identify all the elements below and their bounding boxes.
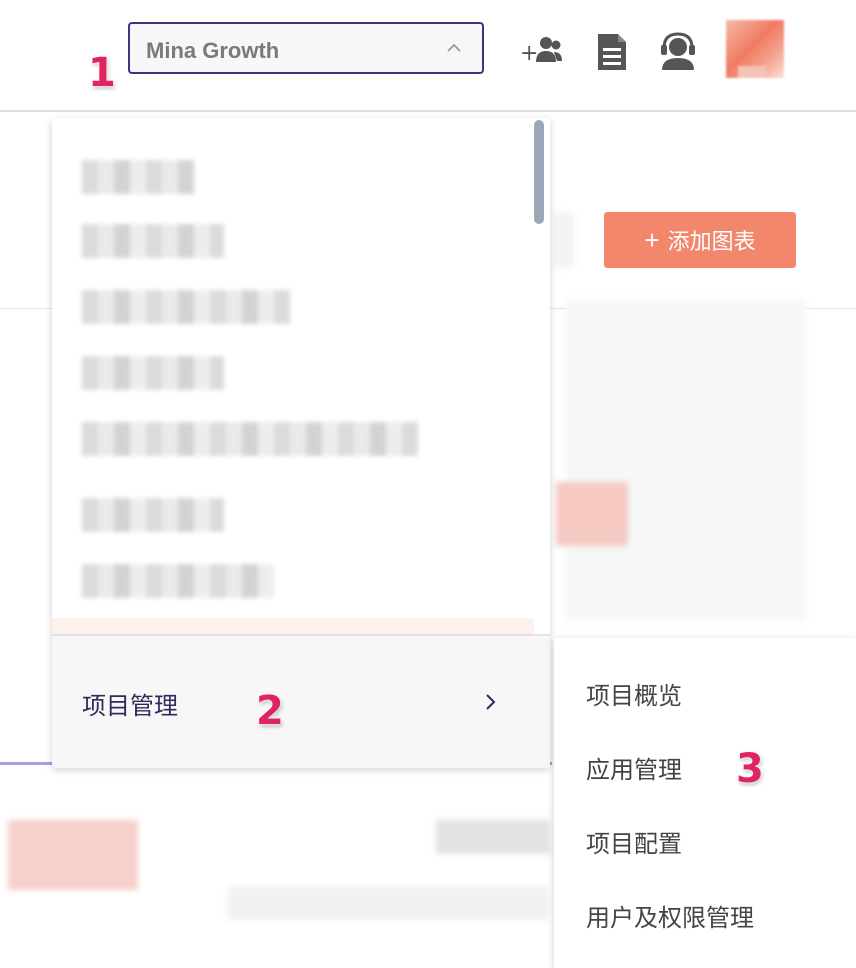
top-bar: Mina Growth + xyxy=(0,0,856,112)
submenu-item-user-permissions[interactable]: 用户及权限管理 xyxy=(586,898,754,933)
list-item[interactable] xyxy=(82,498,224,532)
blurred-card xyxy=(566,300,806,620)
svg-text:+: + xyxy=(520,41,538,66)
scrollbar-thumb[interactable] xyxy=(534,120,544,224)
add-member-icon[interactable]: + xyxy=(518,30,562,74)
project-management-menu[interactable]: 项目管理 xyxy=(52,634,550,768)
chevron-up-icon xyxy=(447,43,461,52)
list-item[interactable] xyxy=(82,564,274,598)
project-select[interactable]: Mina Growth xyxy=(128,22,484,74)
submenu-item-project-overview[interactable]: 项目概览 xyxy=(586,676,682,711)
step-marker-1: 1 xyxy=(88,50,116,96)
avatar[interactable] xyxy=(726,20,784,78)
list-item[interactable] xyxy=(82,290,290,324)
project-list xyxy=(52,118,550,634)
blurred-element xyxy=(556,482,628,546)
list-item[interactable] xyxy=(82,356,224,390)
submenu-item-project-config[interactable]: 项目配置 xyxy=(586,824,682,859)
step-marker-3: 3 xyxy=(736,746,764,792)
project-dropdown: 项目管理 xyxy=(52,118,550,768)
blurred-element xyxy=(436,820,550,854)
chevron-right-icon xyxy=(486,694,496,710)
list-item-highlighted[interactable] xyxy=(52,618,534,634)
project-management-submenu: 项目概览 应用管理 项目配置 用户及权限管理 xyxy=(554,638,856,968)
project-select-value: Mina Growth xyxy=(146,38,280,63)
list-item[interactable] xyxy=(82,224,224,258)
blurred-element xyxy=(8,820,138,890)
document-icon[interactable] xyxy=(590,30,634,74)
project-management-label: 项目管理 xyxy=(82,693,178,720)
step-marker-2: 2 xyxy=(256,688,284,734)
blurred-element xyxy=(228,886,548,920)
list-item[interactable] xyxy=(82,422,418,456)
add-chart-button[interactable]: + 添加图表 xyxy=(604,212,796,268)
submenu-item-app-management[interactable]: 应用管理 xyxy=(586,750,682,785)
add-chart-label: 添加图表 xyxy=(667,229,756,254)
blurred-control xyxy=(554,212,574,268)
list-item[interactable] xyxy=(82,160,194,194)
support-headset-icon[interactable] xyxy=(656,30,700,74)
plus-icon: + xyxy=(644,225,660,255)
